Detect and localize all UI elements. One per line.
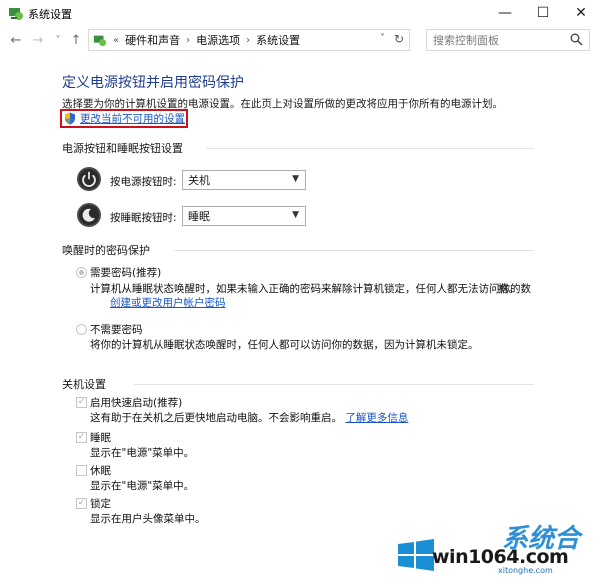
- section-divider: [174, 250, 534, 251]
- breadcrumb-system-settings[interactable]: 系统设置: [256, 32, 300, 48]
- breadcrumb-separator[interactable]: ›: [186, 35, 190, 46]
- section-divider: [206, 148, 534, 149]
- watermark-logo: 系统合 win1064.com xitonghe.com: [394, 518, 594, 576]
- maximize-button[interactable]: ☐: [524, 0, 562, 26]
- lock-checkbox[interactable]: ✓: [76, 498, 87, 509]
- sleep-button-action-value: 睡眠: [188, 210, 210, 223]
- back-button[interactable]: ←: [6, 31, 26, 49]
- chevron-down-icon[interactable]: ˅: [380, 33, 385, 44]
- power-button-action-value: 关机: [188, 174, 210, 187]
- title-bar: 系统设置 — ☐ ✕: [0, 0, 600, 26]
- breadcrumb-separator[interactable]: ›: [246, 35, 250, 46]
- control-panel-icon: [93, 35, 107, 47]
- chevron-down-icon: ▼: [292, 210, 299, 220]
- hibernate-option-label: 休眠: [90, 465, 111, 477]
- recent-locations-button[interactable]: ˅: [48, 31, 68, 49]
- fast-startup-checkbox[interactable]: ✓: [76, 397, 87, 408]
- sleep-checkbox[interactable]: ✓: [76, 432, 87, 443]
- sleep-option-description: 显示在"电源"菜单中。: [90, 447, 195, 459]
- require-password-radio[interactable]: [76, 267, 87, 278]
- lock-option-label: 锁定: [90, 498, 111, 510]
- watermark-site: win1064.com: [432, 546, 569, 568]
- page-title: 定义电源按钮并启用密码保护: [62, 75, 244, 91]
- hibernate-option-description: 显示在"电源"菜单中。: [90, 480, 195, 492]
- power-button-icon: [77, 167, 101, 191]
- section-divider: [134, 384, 534, 385]
- breadcrumb-hardware-sound[interactable]: 硬件和声音: [125, 32, 180, 48]
- require-password-description-end: 据。: [498, 283, 519, 295]
- create-password-link-wrap: 创建或更改用户帐户密码: [110, 295, 226, 310]
- hibernate-checkbox[interactable]: [76, 465, 87, 476]
- search-icon[interactable]: [570, 33, 583, 46]
- sleep-button-label: 按睡眠按钮时:: [110, 212, 177, 224]
- shutdown-settings-heading: 关机设置: [62, 378, 106, 391]
- power-button-label: 按电源按钮时:: [110, 176, 177, 188]
- up-button[interactable]: ↑: [66, 31, 86, 49]
- refresh-icon[interactable]: ↻: [394, 32, 404, 46]
- wake-password-heading: 唤醒时的密码保护: [62, 244, 150, 257]
- lock-option-description: 显示在用户头像菜单中。: [90, 513, 206, 525]
- chevron-down-icon: ▼: [292, 174, 299, 184]
- power-button-action-select[interactable]: 关机 ▼: [182, 170, 306, 190]
- address-bar[interactable]: « 硬件和声音 › 电源选项 › 系统设置 ˅ ↻: [88, 29, 410, 51]
- learn-more-link[interactable]: 了解更多信息: [345, 412, 408, 424]
- close-button[interactable]: ✕: [562, 0, 600, 26]
- power-buttons-heading: 电源按钮和睡眠按钮设置: [62, 142, 183, 155]
- window-title: 系统设置: [28, 8, 72, 21]
- fast-startup-label: 启用快速启动(推荐): [90, 397, 183, 409]
- breadcrumb-overflow[interactable]: «: [113, 35, 119, 46]
- fast-startup-description: 这有助于在关机之后更快地启动电脑。不会影响重启。 了解更多信息: [90, 410, 408, 425]
- watermark-url: xitonghe.com: [498, 566, 553, 575]
- search-box[interactable]: [426, 29, 590, 51]
- sleep-button-icon: [77, 203, 101, 227]
- create-change-password-link[interactable]: 创建或更改用户帐户密码: [110, 297, 226, 309]
- sleep-button-action-select[interactable]: 睡眠 ▼: [182, 206, 306, 226]
- forward-button[interactable]: →: [28, 31, 48, 49]
- no-password-label: 不需要密码: [90, 324, 143, 336]
- sleep-option-label: 睡眠: [90, 432, 111, 444]
- require-password-description: 计算机从睡眠状态唤醒时，如果未输入正确的密码来解除计算机锁定，任何人都无法访问你…: [90, 283, 531, 295]
- fast-startup-description-text: 这有助于在关机之后更快地启动电脑。不会影响重启。: [90, 412, 342, 424]
- require-password-label: 需要密码(推荐): [90, 267, 162, 279]
- minimize-button[interactable]: —: [486, 0, 524, 26]
- main-content: 定义电源按钮并启用密码保护 选择要为你的计算机设置的电源设置。在此页上对设置所做…: [0, 54, 600, 580]
- uac-shield-icon: [65, 112, 75, 125]
- no-password-description: 将你的计算机从睡眠状态唤醒时，任何人都可以访问你的数据，因为计算机未锁定。: [90, 339, 479, 351]
- control-panel-icon: [9, 8, 23, 20]
- breadcrumb-power-options[interactable]: 电源选项: [196, 32, 240, 48]
- search-input[interactable]: [433, 30, 563, 50]
- change-unavailable-settings-highlight: 更改当前不可用的设置: [60, 109, 188, 128]
- change-unavailable-settings-link[interactable]: 更改当前不可用的设置: [80, 111, 185, 126]
- no-password-radio[interactable]: [76, 324, 87, 335]
